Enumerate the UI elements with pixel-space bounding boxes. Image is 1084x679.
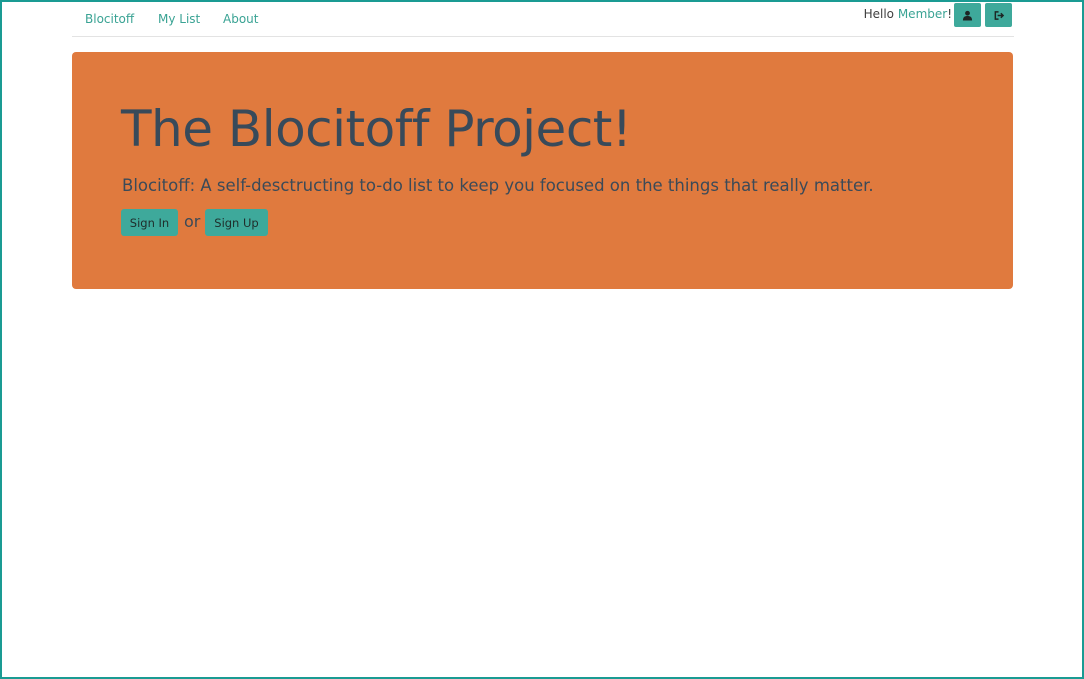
hero-jumbotron: The Blocitoff Project! Blocitoff: A self…	[72, 52, 1013, 289]
nav-link-about[interactable]: About	[223, 12, 258, 26]
profile-button[interactable]	[954, 3, 981, 27]
logout-button[interactable]	[985, 3, 1012, 27]
hero-tagline: Blocitoff: A self-desctructing to-do lis…	[122, 176, 874, 195]
page-title: The Blocitoff Project!	[121, 100, 632, 158]
greeting-suffix: !	[947, 7, 952, 21]
or-separator: or	[184, 212, 201, 231]
nav-link-blocitoff[interactable]: Blocitoff	[85, 12, 134, 26]
user-icon	[962, 10, 973, 21]
nav-link-my-list[interactable]: My List	[158, 12, 200, 26]
top-navbar: Blocitoff My List About Hello Member!	[72, 2, 1014, 37]
greeting-prefix: Hello	[863, 7, 898, 21]
member-name-link[interactable]: Member	[898, 7, 947, 21]
sign-in-button[interactable]: Sign In	[121, 209, 178, 236]
sign-out-icon	[994, 10, 1004, 20]
user-greeting: Hello Member!	[864, 7, 952, 21]
sign-up-button[interactable]: Sign Up	[205, 209, 268, 236]
